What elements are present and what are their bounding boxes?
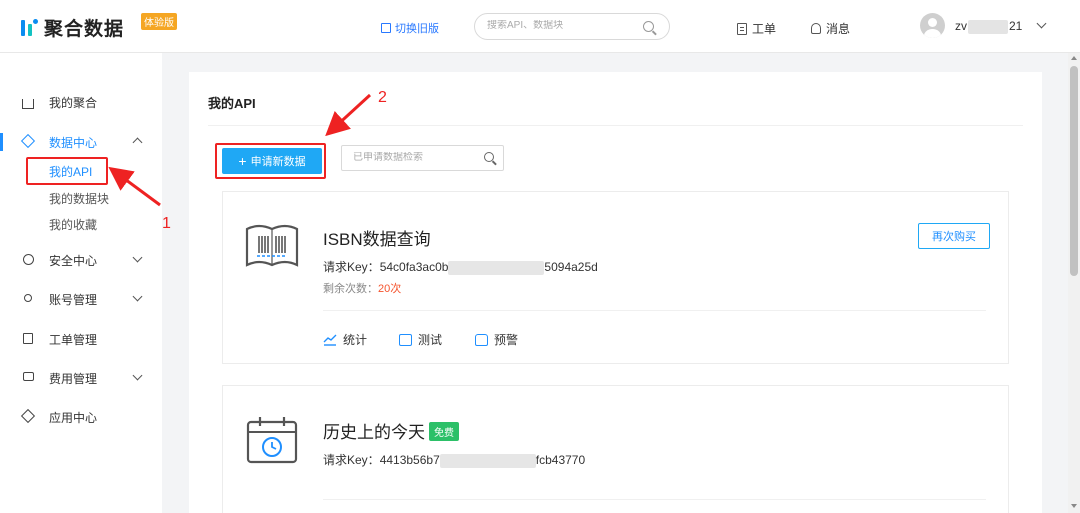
switch-old-version-link[interactable]: 切换旧版 xyxy=(381,20,439,36)
username-redaction xyxy=(968,19,1008,34)
sidebar: 我的聚合 数据中心 我的API 我的数据块 我的收藏 安全中心 账号管理 工单管… xyxy=(0,53,162,513)
search-icon[interactable] xyxy=(484,152,494,162)
api-key-label: 请求Key： xyxy=(323,260,380,274)
api-card: ISBN数据查询 请求Key：54c0fa3ac0b 5094a25d 剩余次数：… xyxy=(222,191,1009,364)
calendar-history-icon xyxy=(246,417,298,464)
sidebar-subitem-my-data-block[interactable]: 我的数据块 xyxy=(49,190,109,207)
remaining-label: 剩余次数： xyxy=(323,283,378,295)
sidebar-item-label: 安全中心 xyxy=(49,253,98,268)
message-label: 消息 xyxy=(826,22,851,36)
sidebar-item-security-center[interactable]: 安全中心 xyxy=(0,250,162,270)
sidebar-item-data-center[interactable]: 数据中心 xyxy=(0,132,162,152)
chevron-up-icon xyxy=(132,137,143,148)
chevron-down-icon xyxy=(132,291,143,302)
sidebar-item-label: 我的聚合 xyxy=(49,95,98,110)
beta-badge: 体验版 xyxy=(141,13,177,30)
scrollbar[interactable] xyxy=(1068,53,1080,513)
ticket-icon xyxy=(22,333,34,345)
api-key: 请求Key：4413b56b7 fcb43770 xyxy=(323,451,585,468)
api-key-label: 请求Key： xyxy=(323,453,380,467)
remaining-calls: 剩余次数：20次 xyxy=(323,280,401,296)
switch-icon xyxy=(381,23,391,33)
annotation-box-1 xyxy=(26,157,108,185)
api-title: 历史上的今天 免费 xyxy=(323,418,459,443)
divider xyxy=(323,499,986,500)
username-end: 21 xyxy=(1009,19,1023,33)
alert-link[interactable]: 预警 xyxy=(475,331,518,348)
annotation-label-2: 2 xyxy=(378,89,387,106)
alert-label: 预警 xyxy=(494,333,519,347)
book-barcode-icon xyxy=(245,224,299,267)
applied-data-search-input[interactable] xyxy=(353,152,473,163)
annotation-box-2 xyxy=(215,143,326,179)
home-icon xyxy=(22,96,34,109)
api-key-end: 5094a25d xyxy=(544,260,598,274)
terminal-icon xyxy=(399,333,412,346)
divider xyxy=(208,125,1023,126)
rebuy-button[interactable]: 再次购买 xyxy=(918,223,990,249)
api-title: ISBN数据查询 xyxy=(323,230,431,249)
avatar[interactable] xyxy=(920,13,945,38)
api-card: 历史上的今天 免费 请求Key：4413b56b7 fcb43770 xyxy=(222,385,1009,513)
sidebar-item-label: 应用中心 xyxy=(49,410,98,425)
scroll-up-arrow-icon[interactable] xyxy=(1071,56,1077,60)
sidebar-item-label: 费用管理 xyxy=(49,371,98,386)
user-menu-chevron-down-icon[interactable] xyxy=(1036,18,1047,29)
chevron-down-icon xyxy=(132,252,143,263)
ticket-label: 工单 xyxy=(752,22,777,36)
stack-icon xyxy=(20,408,36,424)
username-start: zv xyxy=(955,19,967,33)
annotation-label-1: 1 xyxy=(162,215,171,232)
divider xyxy=(323,310,986,311)
sidebar-item-label: 数据中心 xyxy=(49,135,98,150)
sidebar-item-tickets[interactable]: 工单管理 xyxy=(0,329,162,349)
main-content: 我的API + 申请新数据 ISBN数据查询 请求Key：54c0fa3ac0b… xyxy=(189,72,1042,513)
username[interactable]: zv 21 xyxy=(955,19,1022,34)
sidebar-item-app-center[interactable]: 应用中心 xyxy=(0,407,162,427)
search-icon[interactable] xyxy=(643,21,654,32)
stats-label: 统计 xyxy=(343,333,368,347)
api-title-text: 历史上的今天 xyxy=(323,423,425,442)
test-label: 测试 xyxy=(418,333,443,347)
message-link[interactable]: 消息 xyxy=(811,20,850,37)
global-search[interactable] xyxy=(474,13,670,40)
page-title: 我的API xyxy=(208,96,256,111)
chart-icon xyxy=(323,334,337,346)
api-key-start: 54c0fa3ac0b xyxy=(379,260,449,274)
applied-data-search[interactable] xyxy=(341,145,504,171)
free-badge: 免费 xyxy=(429,422,459,441)
test-link[interactable]: 测试 xyxy=(399,331,442,348)
user-icon xyxy=(22,293,34,305)
sidebar-item-my-juhe[interactable]: 我的聚合 xyxy=(0,92,162,112)
logo-text: 聚合数据 xyxy=(44,18,125,40)
sidebar-item-account[interactable]: 账号管理 xyxy=(0,289,162,309)
api-key: 请求Key：54c0fa3ac0b 5094a25d xyxy=(323,258,598,275)
sidebar-item-label: 工单管理 xyxy=(49,332,98,347)
scroll-down-arrow-icon[interactable] xyxy=(1071,504,1077,508)
sidebar-subitem-my-favorites[interactable]: 我的收藏 xyxy=(49,216,97,233)
top-header: 聚合数据 体验版 切换旧版 工单 消息 zv 21 xyxy=(0,0,1080,53)
layers-icon xyxy=(20,133,36,149)
shield-icon xyxy=(22,254,34,266)
global-search-input[interactable] xyxy=(487,20,637,31)
api-key-start: 4413b56b7 xyxy=(379,453,440,467)
wallet-icon xyxy=(22,372,34,384)
alert-icon xyxy=(475,333,488,346)
ticket-link[interactable]: 工单 xyxy=(737,20,776,37)
switch-old-label: 切换旧版 xyxy=(395,23,439,35)
remaining-value: 20次 xyxy=(378,283,402,295)
chevron-down-icon xyxy=(132,370,143,381)
api-key-redaction xyxy=(448,260,545,275)
sidebar-item-label: 账号管理 xyxy=(49,292,98,307)
api-key-end: fcb43770 xyxy=(535,453,586,467)
api-key-redaction xyxy=(439,453,536,468)
ticket-icon xyxy=(737,22,747,35)
bell-icon xyxy=(811,23,821,34)
logo-icon xyxy=(18,16,40,38)
scroll-thumb[interactable] xyxy=(1070,66,1078,276)
sidebar-item-billing[interactable]: 费用管理 xyxy=(0,368,162,388)
stats-link[interactable]: 统计 xyxy=(323,331,367,348)
logo[interactable]: 聚合数据 体验版 xyxy=(18,13,177,40)
